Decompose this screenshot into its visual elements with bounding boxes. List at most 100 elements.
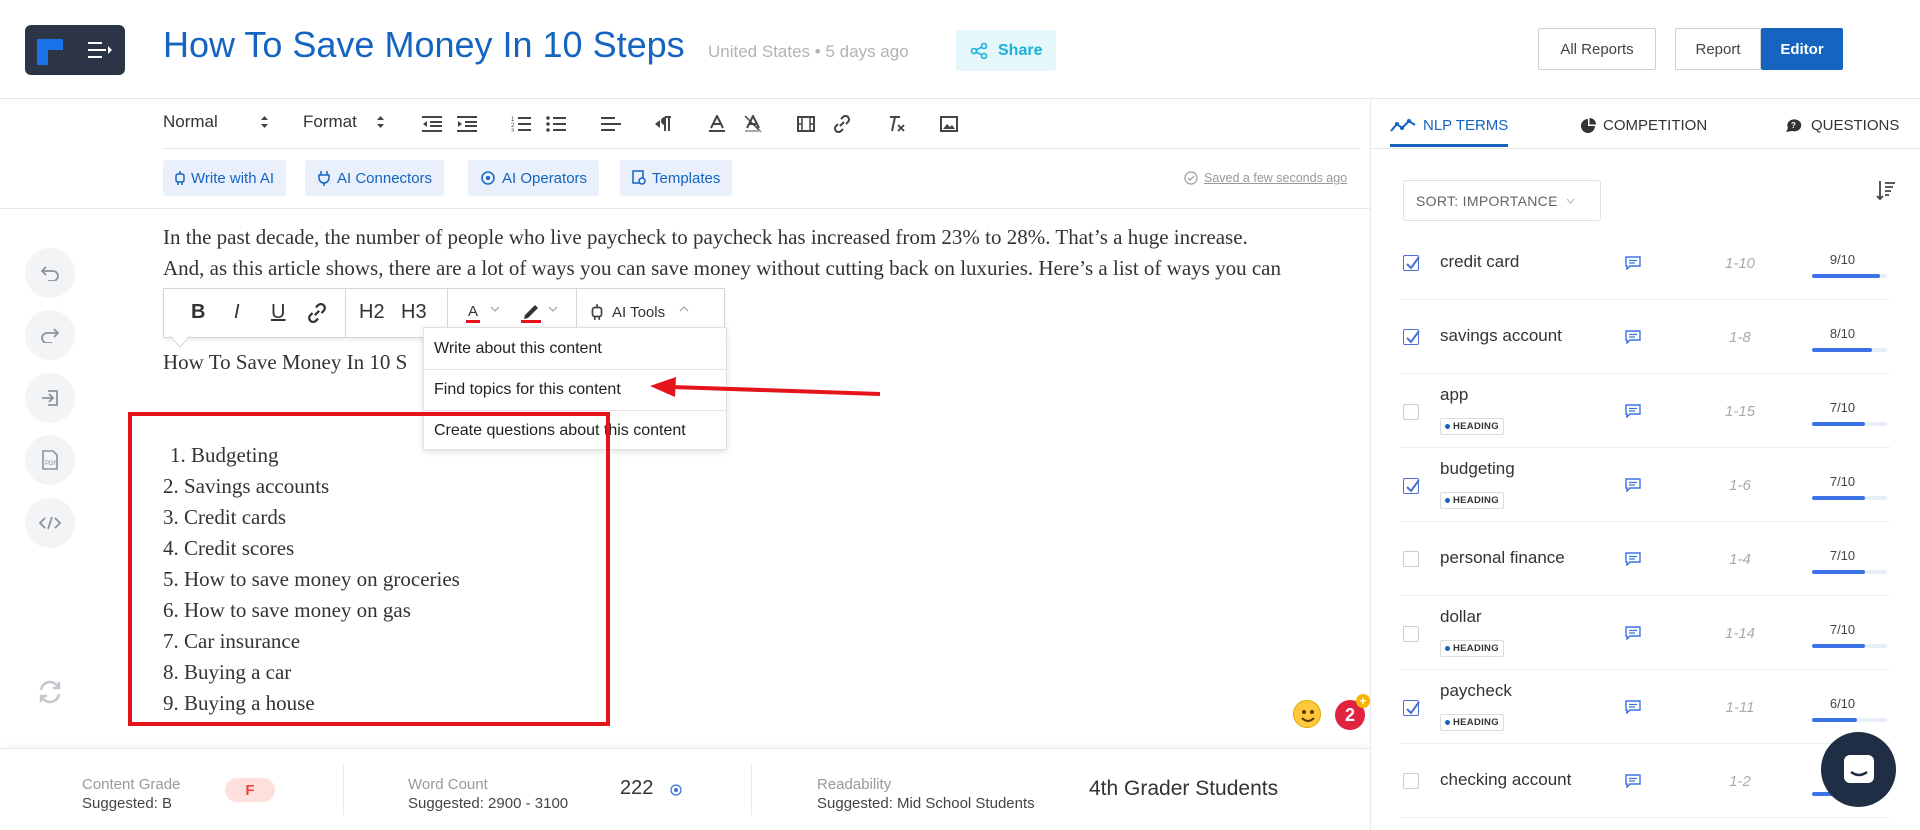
- heading-tag: HEADING: [1440, 714, 1504, 731]
- comment-icon[interactable]: [1625, 404, 1641, 418]
- text-direction-icon[interactable]: [654, 113, 676, 135]
- term-label: personal finance: [1440, 548, 1565, 567]
- text-color-button[interactable]: A: [466, 303, 481, 323]
- pie-chart-icon: [1581, 117, 1596, 133]
- indent-icon[interactable]: [456, 113, 478, 135]
- clear-highlight-icon[interactable]: [742, 113, 764, 135]
- paragraph[interactable]: In the past decade, the number of people…: [163, 225, 1248, 250]
- checked-checkbox-icon[interactable]: [1403, 329, 1420, 345]
- bullet-list-icon[interactable]: [545, 113, 567, 135]
- align-icon[interactable]: [600, 113, 622, 135]
- chevron-down-icon[interactable]: [548, 305, 558, 313]
- undo-button[interactable]: [25, 248, 75, 298]
- share-button[interactable]: Share: [956, 30, 1056, 71]
- import-button[interactable]: [25, 373, 75, 423]
- checkbox[interactable]: [1403, 773, 1419, 789]
- templates-button[interactable]: Templates: [620, 160, 733, 196]
- list-item[interactable]: 8. Buying a car: [163, 660, 291, 685]
- highlight-color-button[interactable]: [520, 301, 542, 323]
- sort-select[interactable]: SORT: IMPORTANCE: [1403, 180, 1601, 221]
- checked-checkbox-icon[interactable]: [1403, 478, 1420, 494]
- nlp-term-row[interactable]: savings account 1-8 8/10: [1400, 300, 1890, 374]
- comment-icon[interactable]: [1625, 552, 1641, 566]
- all-reports-button[interactable]: All Reports: [1538, 28, 1656, 70]
- write-with-ai-button[interactable]: Write with AI: [163, 160, 287, 196]
- checked-checkbox-icon[interactable]: [1403, 700, 1420, 716]
- redo-icon: [41, 328, 60, 343]
- chevron-down-icon[interactable]: [490, 305, 500, 313]
- list-item[interactable]: 3. Credit cards: [163, 505, 286, 530]
- image-icon[interactable]: [938, 113, 960, 135]
- checked-checkbox-icon[interactable]: [1403, 255, 1420, 271]
- comment-icon[interactable]: [1625, 774, 1641, 788]
- ai-operators-button[interactable]: AI Operators: [468, 160, 600, 196]
- checkbox[interactable]: [1403, 551, 1419, 567]
- term-range: 1-6: [1729, 477, 1751, 494]
- panel-divider: [1370, 98, 1371, 830]
- embed-code-button[interactable]: [25, 498, 75, 548]
- outdent-icon[interactable]: [421, 113, 443, 135]
- comment-icon[interactable]: [1625, 478, 1641, 492]
- ai-tools-button[interactable]: AI Tools: [612, 304, 665, 321]
- list-item[interactable]: 7. Car insurance: [163, 629, 300, 654]
- nlp-term-row[interactable]: dollar HEADING 1-14 7/10: [1400, 596, 1890, 670]
- refresh-button[interactable]: [25, 667, 75, 717]
- comment-icon[interactable]: [1625, 256, 1641, 270]
- nlp-term-row[interactable]: paycheck HEADING 1-11 6/10: [1400, 670, 1890, 744]
- nlp-term-row[interactable]: checking account 1-2: [1400, 744, 1890, 818]
- list-item[interactable]: 1. Budgeting: [170, 443, 279, 468]
- checkbox[interactable]: [1403, 404, 1419, 420]
- list-item[interactable]: 5. How to save money on groceries: [163, 567, 460, 592]
- block-style-select[interactable]: Normal: [163, 112, 269, 132]
- chat-widget-button[interactable]: [1821, 732, 1896, 807]
- nlp-term-row[interactable]: budgeting HEADING 1-6 7/10: [1400, 448, 1890, 522]
- link-icon[interactable]: [307, 303, 327, 323]
- nlp-term-row[interactable]: app HEADING 1-15 7/10: [1400, 374, 1890, 448]
- editor-button[interactable]: Editor: [1761, 28, 1843, 70]
- list-item[interactable]: 6. How to save money on gas: [163, 598, 411, 623]
- refresh-icon: [39, 680, 61, 704]
- app-logo[interactable]: [25, 25, 125, 75]
- video-icon[interactable]: [795, 113, 817, 135]
- checkbox[interactable]: [1403, 626, 1419, 642]
- comment-icon[interactable]: [1625, 330, 1641, 344]
- sort-order-icon[interactable]: [1876, 180, 1896, 200]
- target-icon[interactable]: [670, 784, 682, 796]
- comment-icon[interactable]: [1625, 700, 1641, 714]
- emoji-icon[interactable]: [1293, 700, 1321, 728]
- nlp-term-row[interactable]: personal finance 1-4 7/10: [1400, 522, 1890, 596]
- content-grade-badge: F: [225, 778, 275, 802]
- bold-button[interactable]: B: [191, 301, 205, 324]
- content-grade-label: Content Grade: [82, 776, 181, 793]
- link-icon[interactable]: [831, 113, 853, 135]
- list-item[interactable]: 9. Buying a house: [163, 691, 315, 716]
- menu-item-find-topics[interactable]: Find topics for this content: [434, 381, 621, 399]
- chevron-up-icon[interactable]: [679, 305, 689, 313]
- report-button[interactable]: Report: [1675, 28, 1761, 70]
- clear-format-icon[interactable]: [886, 113, 908, 135]
- underline-button[interactable]: U: [271, 301, 285, 324]
- comment-icon[interactable]: [1625, 626, 1641, 640]
- italic-button[interactable]: I: [234, 301, 240, 324]
- active-tab-indicator: [1390, 144, 1508, 147]
- list-item[interactable]: 4. Credit scores: [163, 536, 294, 561]
- paragraph[interactable]: And, as this article shows, there are a …: [163, 256, 1281, 281]
- tab-questions[interactable]: ? QUESTIONS: [1784, 117, 1899, 134]
- redo-button[interactable]: [25, 310, 75, 360]
- timestamp: 5 days ago: [825, 42, 909, 61]
- ordered-list-icon[interactable]: 123: [510, 113, 532, 135]
- menu-item-write[interactable]: Write about this content: [434, 340, 602, 358]
- text-color-icon[interactable]: [706, 113, 728, 135]
- list-item[interactable]: 2. Savings accounts: [163, 474, 329, 499]
- pdf-export-button[interactable]: PDF: [25, 435, 75, 485]
- ai-connectors-button[interactable]: AI Connectors: [305, 160, 445, 196]
- format-select[interactable]: Format: [303, 112, 385, 132]
- heading2-button[interactable]: H2: [359, 301, 385, 324]
- term-label: savings account: [1440, 326, 1562, 345]
- paragraph[interactable]: How To Save Money In 10 S: [163, 350, 407, 375]
- tab-competition[interactable]: COMPETITION: [1580, 117, 1707, 134]
- tab-nlp-terms[interactable]: NLP TERMS: [1390, 117, 1508, 134]
- term-label: paycheck: [1440, 681, 1512, 700]
- heading3-button[interactable]: H3: [401, 301, 427, 324]
- nlp-term-row[interactable]: credit card 1-10 9/10: [1400, 226, 1890, 300]
